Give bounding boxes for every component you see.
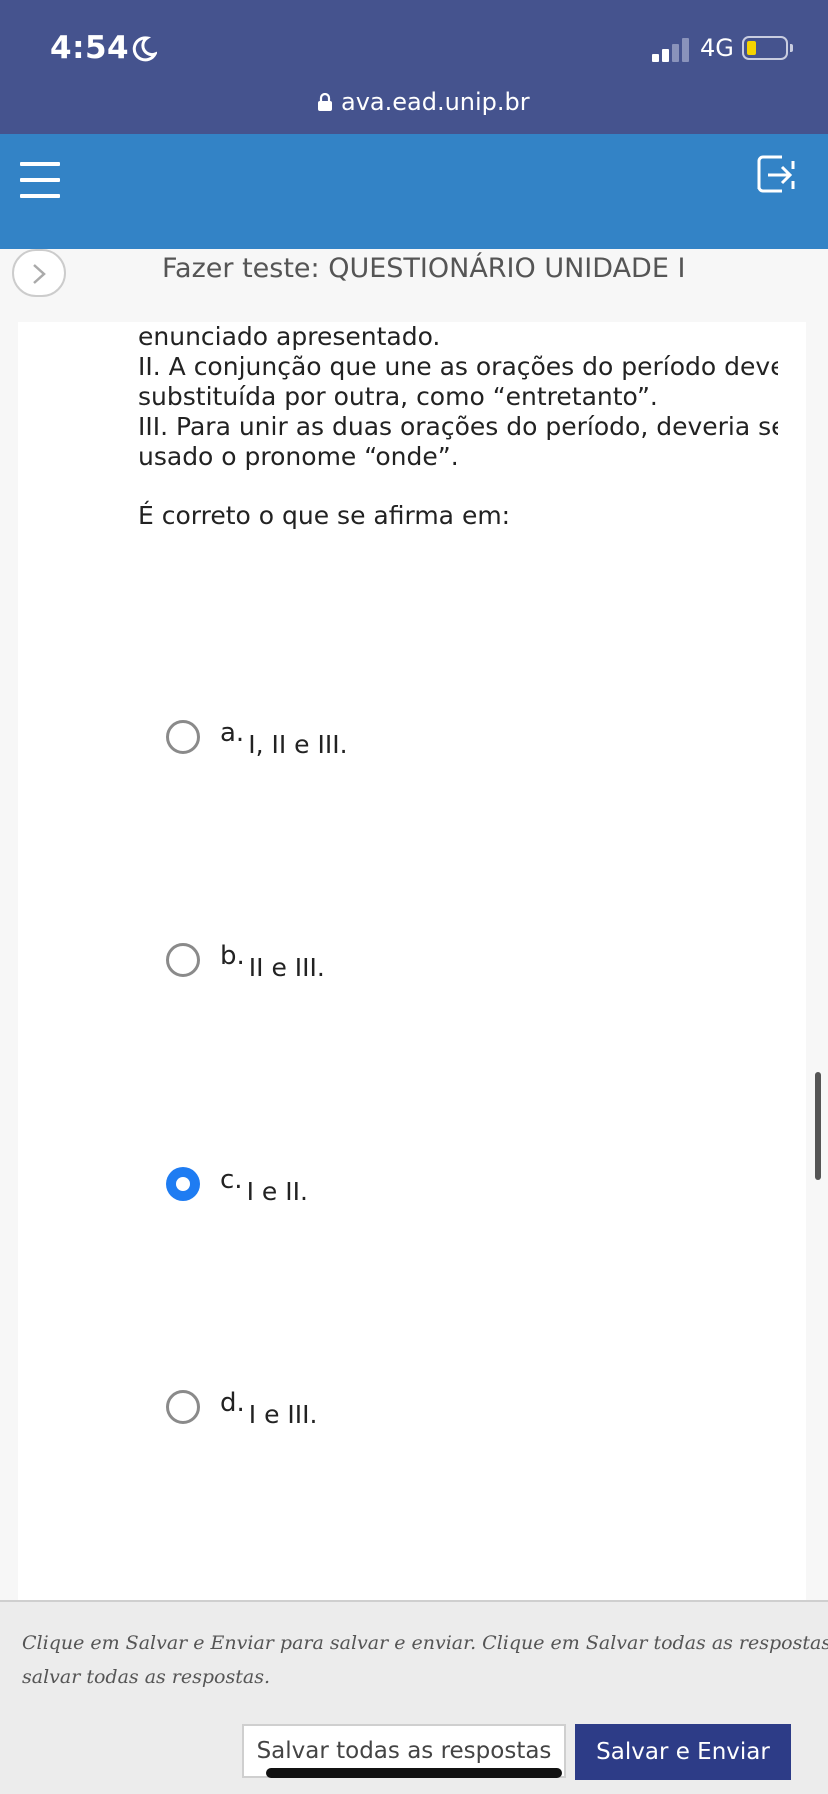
option-letter: c. bbox=[220, 1165, 243, 1195]
radio-option-b[interactable] bbox=[166, 943, 200, 977]
signal-icon bbox=[652, 38, 689, 62]
battery-tip bbox=[790, 44, 793, 52]
footer-instructions: Clique em Salvar e Enviar para salvar e … bbox=[22, 1626, 828, 1694]
option-text: I, II e III. bbox=[248, 730, 348, 759]
footer-note-line: Clique em Salvar e Enviar para salvar e … bbox=[22, 1632, 828, 1654]
radio-option-c-selected[interactable] bbox=[166, 1167, 200, 1201]
option-letter: d. bbox=[220, 1388, 245, 1418]
home-indicator bbox=[266, 1768, 562, 1778]
hamburger-menu-icon[interactable] bbox=[20, 162, 60, 202]
option-letter: b. bbox=[220, 941, 245, 971]
radio-option-a[interactable] bbox=[166, 720, 200, 754]
radio-option-d[interactable] bbox=[166, 1390, 200, 1424]
option-letter: a. bbox=[220, 718, 245, 748]
option-c[interactable]: c. I e II. bbox=[166, 1165, 308, 1206]
option-text: I e II. bbox=[246, 1177, 308, 1206]
moon-icon bbox=[132, 36, 157, 62]
status-bar: 4:54 4G ava.ead.unip.br bbox=[0, 0, 828, 134]
question-line: enunciado apresentado. bbox=[138, 322, 441, 351]
battery-icon bbox=[742, 36, 788, 60]
scrollbar[interactable] bbox=[815, 1072, 821, 1180]
footer-note-line: salvar todas as respostas. bbox=[22, 1666, 270, 1688]
option-text: II e III. bbox=[248, 953, 325, 982]
option-b[interactable]: b. II e III. bbox=[166, 941, 325, 982]
lock-icon bbox=[318, 93, 332, 111]
browser-url[interactable]: ava.ead.unip.br bbox=[341, 88, 530, 116]
exit-icon[interactable] bbox=[756, 154, 798, 196]
app-header bbox=[0, 134, 828, 249]
question-line: III. Para unir as duas orações do períod… bbox=[138, 412, 778, 441]
clock-time: 4:54 bbox=[50, 30, 130, 66]
question-line: II. A conjunção que une as orações do pe… bbox=[138, 352, 778, 381]
question-text: enunciado apresentado. II. A conjunção q… bbox=[138, 322, 778, 472]
chevron-right-icon bbox=[33, 264, 46, 284]
page-title: Fazer teste: QUESTIONÁRIO UNIDADE I bbox=[162, 253, 686, 284]
option-text: I e III. bbox=[248, 1400, 318, 1429]
option-a[interactable]: a. I, II e III. bbox=[166, 718, 348, 759]
question-prompt: É correto o que se afirma em: bbox=[138, 501, 511, 530]
save-and-submit-button[interactable]: Salvar e Enviar bbox=[575, 1724, 791, 1780]
option-d[interactable]: d. I e III. bbox=[166, 1388, 318, 1429]
question-line: substituída por outra, como “entretanto”… bbox=[138, 382, 658, 411]
expand-sidebar-button[interactable] bbox=[12, 249, 66, 297]
question-line: usado o pronome “onde”. bbox=[138, 442, 459, 471]
network-type: 4G bbox=[700, 34, 734, 62]
